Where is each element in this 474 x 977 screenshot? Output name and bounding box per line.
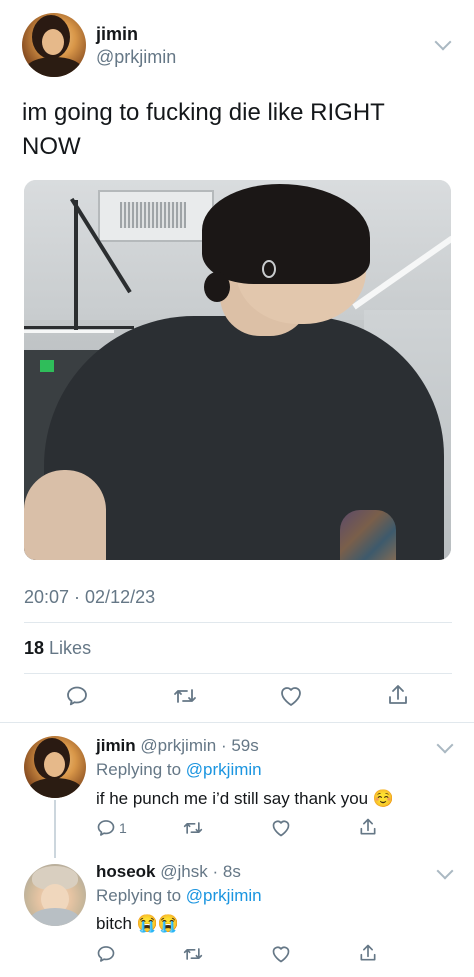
reply-text-body: if he punch me i’d still say thank you (96, 789, 369, 808)
divider (24, 622, 452, 623)
tweet-photo[interactable] (24, 180, 451, 560)
likes-label: Likes (49, 638, 92, 658)
smiling-emoji: ☺️ (372, 789, 395, 808)
retweet-icon[interactable] (182, 944, 204, 964)
tweet-text: im going to fucking die like RIGHT NOW (22, 96, 452, 164)
chevron-down-icon[interactable] (436, 862, 454, 880)
likes-number: 18 (24, 638, 45, 658)
chevron-down-icon[interactable] (436, 736, 454, 754)
share-icon[interactable] (358, 816, 378, 838)
divider (0, 722, 474, 723)
reply-time[interactable]: 59s (231, 736, 258, 755)
reply-time[interactable]: 8s (223, 862, 241, 881)
replying-to: Replying to @prkjimin (96, 760, 262, 780)
reply-text-body: bitch (96, 914, 132, 933)
author-name[interactable]: jimin (96, 24, 138, 45)
share-icon[interactable] (358, 942, 378, 964)
reply-text: if he punch me i’d still say thank you ☺… (96, 789, 394, 809)
crying-emoji: 😭😭 (136, 914, 179, 933)
thread-line (54, 800, 56, 858)
reply-author-handle[interactable]: @jhsk (160, 862, 208, 881)
avatar[interactable] (24, 736, 86, 798)
retweet-icon[interactable] (172, 684, 198, 708)
reply-author-name[interactable]: jimin (96, 736, 136, 755)
reply-author-name[interactable]: hoseok (96, 862, 156, 881)
reply-text: bitch 😭😭 (96, 914, 179, 934)
reply-header: jimin @prkjimin · 59s (96, 736, 259, 755)
share-icon[interactable] (386, 682, 410, 708)
reply-header: hoseok @jhsk · 8s (96, 862, 241, 881)
replying-to-link[interactable]: @prkjimin (186, 886, 262, 905)
replying-prefix: Replying to (96, 760, 182, 779)
reply-icon[interactable] (65, 684, 89, 708)
replying-to: Replying to @prkjimin (96, 886, 262, 906)
reply-icon[interactable] (96, 944, 116, 964)
avatar[interactable] (24, 864, 86, 926)
reply-author-handle[interactable]: @prkjimin (140, 736, 216, 755)
author-handle[interactable]: @prkjimin (96, 47, 176, 68)
tweet-timestamp[interactable]: 20:07 · 02/12/23 (24, 587, 155, 608)
like-icon[interactable] (270, 944, 292, 964)
tweet-text-line: im going to fucking die like RIGHT (22, 99, 385, 126)
replying-prefix: Replying to (96, 886, 182, 905)
like-icon[interactable] (278, 684, 304, 708)
reply-icon[interactable] (96, 818, 116, 838)
chevron-down-icon[interactable] (434, 33, 452, 51)
likes-count[interactable]: 18 Likes (24, 638, 91, 659)
retweet-icon[interactable] (182, 818, 204, 838)
replying-to-link[interactable]: @prkjimin (186, 760, 262, 779)
divider (24, 673, 452, 674)
like-icon[interactable] (270, 818, 292, 838)
reply-count: 1 (119, 820, 127, 836)
tweet-text-line: NOW (22, 133, 81, 160)
avatar[interactable] (22, 13, 86, 77)
